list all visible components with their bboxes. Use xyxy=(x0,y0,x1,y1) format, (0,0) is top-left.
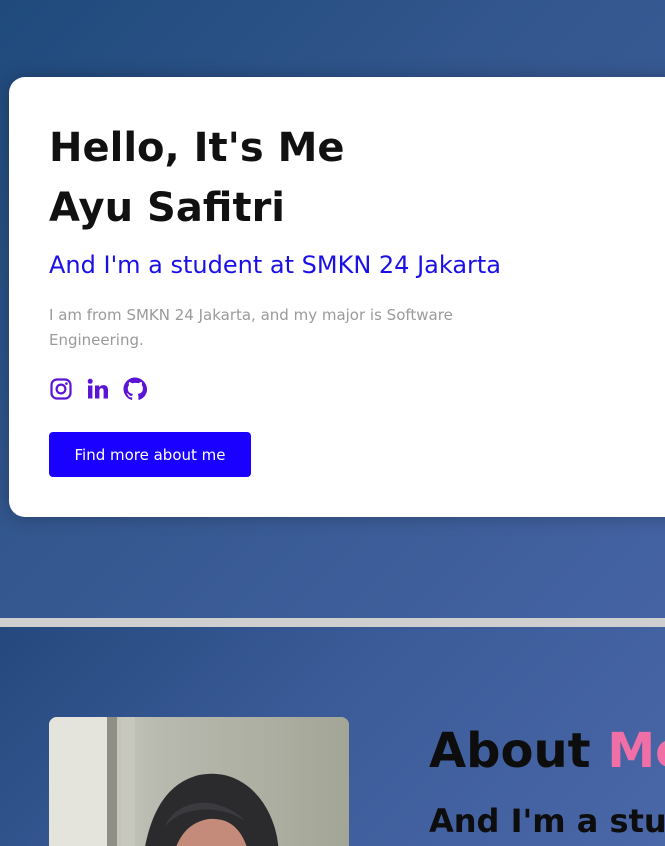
hero-name: Ayu Safitri xyxy=(49,185,286,231)
about-title-accent: Me xyxy=(607,723,665,779)
instagram-icon xyxy=(50,378,72,400)
linkedin-link[interactable] xyxy=(86,377,110,401)
page: Hello, It's Me Ayu Safitri And I'm a stu… xyxy=(0,0,665,846)
section-divider xyxy=(0,618,665,627)
hero-greeting: Hello, It's Me xyxy=(49,125,345,171)
find-more-button[interactable]: Find more about me xyxy=(49,432,251,477)
about-title-main: About xyxy=(429,723,591,779)
hero-tagline: And I'm a student at SMKN 24 Jakarta xyxy=(49,251,502,279)
about-title: About Me xyxy=(429,727,665,775)
linkedin-icon xyxy=(87,378,108,399)
instagram-link[interactable] xyxy=(49,377,73,401)
github-link[interactable] xyxy=(123,377,147,401)
hero-description: I am from SMKN 24 Jakarta, and my major … xyxy=(49,306,453,349)
profile-photo xyxy=(49,717,349,846)
hero-section: Hello, It's Me Ayu Safitri And I'm a stu… xyxy=(0,0,665,618)
github-icon xyxy=(123,377,147,400)
social-links xyxy=(49,376,147,402)
about-subtitle: And I'm a stude xyxy=(429,802,665,840)
profile-photo-image xyxy=(49,717,349,846)
